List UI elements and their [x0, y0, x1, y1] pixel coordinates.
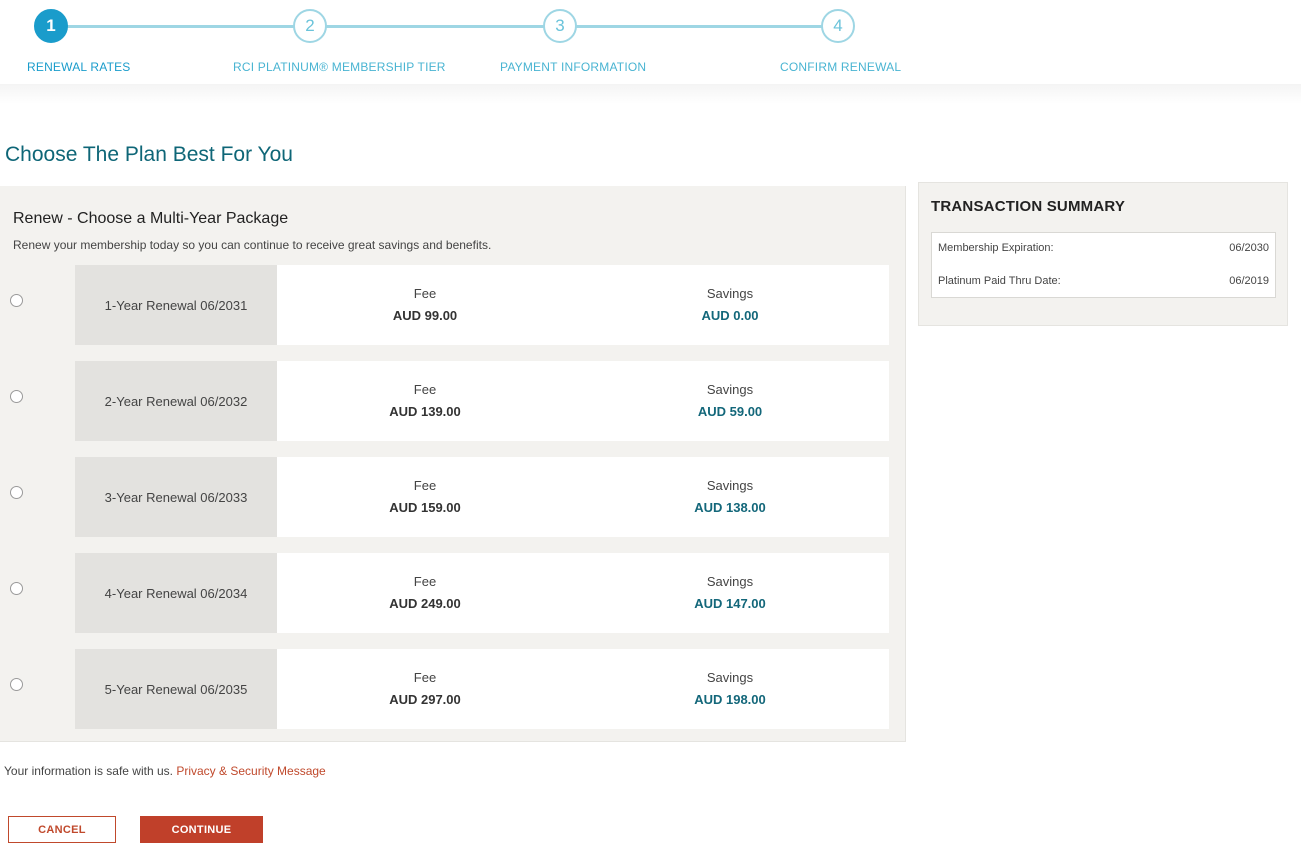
plan-row-3-year: 3-Year Renewal 06/2033 Fee AUD 159.00 Sa…	[0, 457, 905, 537]
privacy-security-link[interactable]: Privacy & Security Message	[176, 764, 325, 778]
step-4-circle: 4	[821, 9, 855, 43]
plan-card-5-year[interactable]: 5-Year Renewal 06/2035 Fee AUD 297.00 Sa…	[75, 649, 889, 729]
fee-label: Fee	[413, 286, 437, 301]
step-3-label: PAYMENT INFORMATION	[500, 60, 647, 74]
plan-card-1-year[interactable]: 1-Year Renewal 06/2031 Fee AUD 99.00 Sav…	[75, 265, 889, 345]
stepper-divider	[0, 84, 1301, 104]
plan-row-2-year: 2-Year Renewal 06/2032 Fee AUD 139.00 Sa…	[0, 361, 905, 441]
savings-value: AUD 138.00	[694, 500, 766, 515]
step-2-circle: 2	[293, 9, 327, 43]
security-note-text: Your information is safe with us.	[4, 764, 173, 778]
fee-value: AUD 159.00	[389, 500, 461, 515]
step-1-circle: 1	[34, 9, 68, 43]
savings-value: AUD 0.00	[701, 308, 759, 323]
plan-row-1-year: 1-Year Renewal 06/2031 Fee AUD 99.00 Sav…	[0, 265, 905, 345]
multi-year-package-panel: Renew - Choose a Multi-Year Package Rene…	[0, 186, 906, 742]
summary-details: Membership Expiration: 06/2030 Platinum …	[931, 232, 1276, 298]
summary-label: Platinum Paid Thru Date:	[938, 275, 1061, 287]
plan-card-3-year[interactable]: 3-Year Renewal 06/2033 Fee AUD 159.00 Sa…	[75, 457, 889, 537]
summary-label: Membership Expiration:	[938, 242, 1054, 254]
savings-label: Savings	[706, 286, 754, 301]
fee-label: Fee	[413, 478, 437, 493]
savings-value: AUD 198.00	[694, 692, 766, 707]
plan-fee: Fee AUD 139.00	[325, 382, 525, 420]
security-note: Your information is safe with us. Privac…	[4, 764, 326, 778]
radio-button-icon[interactable]	[10, 678, 23, 691]
fee-label: Fee	[413, 670, 437, 685]
fee-label: Fee	[413, 574, 437, 589]
savings-label: Savings	[706, 670, 754, 685]
transaction-summary-panel: TRANSACTION SUMMARY Membership Expiratio…	[918, 182, 1288, 326]
fee-value: AUD 249.00	[389, 596, 461, 611]
plan-name: 1-Year Renewal 06/2031	[75, 265, 277, 345]
plan-card-2-year[interactable]: 2-Year Renewal 06/2032 Fee AUD 139.00 Sa…	[75, 361, 889, 441]
page-title: Choose The Plan Best For You	[5, 143, 293, 166]
plan-row-5-year: 5-Year Renewal 06/2035 Fee AUD 297.00 Sa…	[0, 649, 905, 729]
savings-label: Savings	[706, 574, 754, 589]
savings-label: Savings	[706, 478, 754, 493]
step-4-label: CONFIRM RENEWAL	[780, 60, 902, 74]
radio-button-icon[interactable]	[10, 294, 23, 307]
package-title: Renew - Choose a Multi-Year Package	[13, 210, 289, 227]
plan-savings: Savings AUD 147.00	[630, 574, 830, 612]
plan-card-4-year[interactable]: 4-Year Renewal 06/2034 Fee AUD 249.00 Sa…	[75, 553, 889, 633]
cancel-button[interactable]: CANCEL	[8, 816, 116, 843]
step-2-label: RCI PLATINUM® MEMBERSHIP TIER	[233, 60, 446, 74]
radio-button-icon[interactable]	[10, 582, 23, 595]
plan-savings: Savings AUD 138.00	[630, 478, 830, 516]
summary-row-membership-expiration: Membership Expiration: 06/2030	[938, 242, 1269, 254]
step-1-label: RENEWAL RATES	[27, 60, 131, 74]
plan-name: 3-Year Renewal 06/2033	[75, 457, 277, 537]
fee-value: AUD 297.00	[389, 692, 461, 707]
savings-value: AUD 59.00	[697, 404, 763, 419]
plan-savings: Savings AUD 0.00	[630, 286, 830, 324]
savings-label: Savings	[706, 382, 754, 397]
continue-button[interactable]: CONTINUE	[140, 816, 263, 843]
plan-name: 2-Year Renewal 06/2032	[75, 361, 277, 441]
summary-value: 06/2030	[1229, 242, 1269, 254]
plan-name: 5-Year Renewal 06/2035	[75, 649, 277, 729]
radio-button-icon[interactable]	[10, 390, 23, 403]
package-description: Renew your membership today so you can c…	[13, 238, 492, 252]
fee-label: Fee	[413, 382, 437, 397]
step-3-circle: 3	[543, 9, 577, 43]
summary-row-platinum-paid-thru: Platinum Paid Thru Date: 06/2019	[938, 275, 1269, 287]
plan-fee: Fee AUD 249.00	[325, 574, 525, 612]
fee-value: AUD 139.00	[389, 404, 461, 419]
plan-name: 4-Year Renewal 06/2034	[75, 553, 277, 633]
summary-value: 06/2019	[1229, 275, 1269, 287]
summary-title: TRANSACTION SUMMARY	[931, 198, 1126, 215]
radio-button-icon[interactable]	[10, 486, 23, 499]
fee-value: AUD 99.00	[392, 308, 458, 323]
plan-savings: Savings AUD 198.00	[630, 670, 830, 708]
savings-value: AUD 147.00	[694, 596, 766, 611]
plan-savings: Savings AUD 59.00	[630, 382, 830, 420]
plan-fee: Fee AUD 297.00	[325, 670, 525, 708]
progress-stepper: 1 2 3 4 RENEWAL RATES RCI PLATINUM® MEMB…	[0, 0, 1301, 88]
plan-fee: Fee AUD 159.00	[325, 478, 525, 516]
plan-fee: Fee AUD 99.00	[325, 286, 525, 324]
plan-row-4-year: 4-Year Renewal 06/2034 Fee AUD 249.00 Sa…	[0, 553, 905, 633]
stepper-connector	[50, 25, 840, 28]
